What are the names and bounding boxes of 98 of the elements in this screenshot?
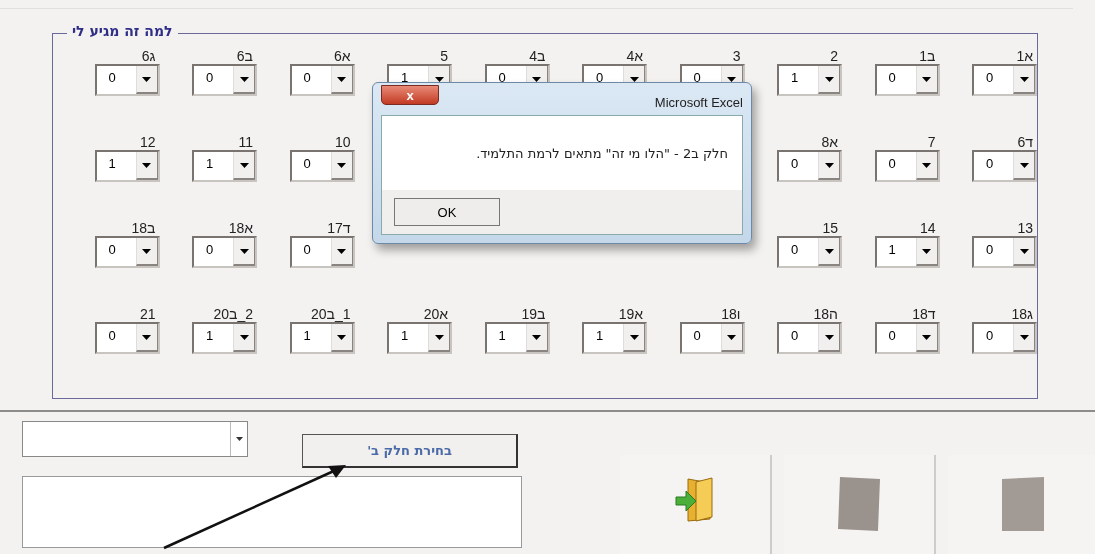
caret-icon [1019, 248, 1029, 254]
dropdown-field[interactable]: 0 [192, 236, 257, 268]
field-label: 11 [238, 134, 254, 150]
door-icon [674, 475, 716, 523]
dropdown-field[interactable]: 0 [192, 64, 257, 96]
dropdown-field[interactable]: 0 [777, 322, 842, 354]
dropdown-field[interactable]: 1 [484, 322, 550, 354]
dropdown-field[interactable]: 0 [289, 64, 355, 96]
field-label: 1א [1016, 48, 1034, 64]
dropdown-field[interactable]: 1 [192, 322, 257, 354]
dialog-title: Microsoft Excel [654, 93, 743, 110]
field-label: 21 [139, 306, 157, 322]
dropdown-field[interactable]: 1 [94, 150, 160, 182]
field-label: 14 [919, 220, 937, 236]
caret-icon [922, 76, 931, 82]
caret-icon [142, 334, 151, 340]
dropdown-field[interactable]: 0 [874, 150, 940, 182]
dropdown-field[interactable]: 0 [94, 322, 160, 354]
field-label: 4א [626, 48, 644, 64]
caret-icon [239, 248, 249, 254]
dropdown-field[interactable]: 1 [289, 322, 355, 354]
dropdown-field[interactable]: 0 [94, 236, 160, 268]
select-part-button[interactable]: בחירת חלק ב' [302, 434, 518, 468]
field-label: 18ב [131, 220, 157, 236]
field-label: 10 [334, 134, 352, 150]
field-label: 4ב [529, 48, 547, 64]
caret-icon [1019, 162, 1029, 168]
caret-icon [824, 248, 834, 254]
caret-icon [1019, 76, 1029, 82]
caret-icon [337, 162, 346, 168]
field-label: 17ד [327, 220, 352, 236]
dropdown-field[interactable]: 0 [972, 322, 1037, 354]
dropdown-field[interactable]: 1 [192, 150, 257, 182]
frame-title: למה זה מגיע לי [67, 23, 178, 39]
caret-icon [1019, 334, 1029, 340]
caret-icon [337, 334, 346, 340]
field-label: 18ו [721, 306, 742, 322]
dropdown-field[interactable]: 0 [777, 150, 842, 182]
field-label: 20ב_2 [213, 306, 254, 322]
field-label: 18ג [1011, 306, 1034, 322]
field-label: 5 [440, 48, 449, 64]
text-field[interactable] [22, 476, 522, 548]
caret-icon [142, 248, 151, 254]
caret-icon [824, 334, 834, 340]
field-label: 20ב_1 [310, 306, 352, 322]
field-label: 6ד [1017, 134, 1034, 150]
dropdown-field[interactable]: 0 [874, 64, 940, 96]
dropdown-field[interactable]: 0 [289, 150, 355, 182]
caret-icon [922, 248, 931, 254]
field-label: 18ה [813, 306, 839, 322]
field-label: 6ב [236, 48, 254, 64]
field-label: 12 [139, 134, 157, 150]
caret-icon [239, 162, 249, 168]
field-label: 6ג [141, 48, 157, 64]
dropdown-field[interactable]: 0 [972, 64, 1037, 96]
caret-icon [922, 334, 931, 340]
caret-icon [142, 162, 151, 168]
field-label: 1ב [919, 48, 937, 64]
caret-icon [142, 76, 151, 82]
dropdown-field[interactable]: 1 [387, 322, 452, 354]
close-button[interactable]: x [381, 85, 439, 105]
caret-icon [824, 76, 834, 82]
dropdown-field[interactable]: 0 [289, 236, 355, 268]
field-label: 19א [618, 306, 644, 322]
dropdown-field[interactable] [22, 421, 248, 457]
caret-icon [727, 334, 736, 340]
dropdown-field[interactable]: 1 [874, 236, 940, 268]
field-label: 19ב [521, 306, 547, 322]
caret-icon [629, 334, 639, 340]
dropdown-field[interactable]: 0 [972, 150, 1037, 182]
dialog-message: חלק ב2 - "הלו מי זה" מתאים לרמת התלמיד. [476, 145, 728, 161]
caret-icon [239, 334, 249, 340]
caret-icon [922, 162, 931, 168]
caret-icon [434, 334, 444, 340]
dropdown-field[interactable]: 0 [874, 322, 940, 354]
caret-icon [337, 248, 346, 254]
caret-icon [824, 162, 834, 168]
ok-button[interactable]: OK [394, 198, 500, 226]
field-label: 20א [423, 306, 449, 322]
field-label: 18ד [912, 306, 937, 322]
dropdown-field[interactable]: 1 [582, 322, 647, 354]
field-label: 13 [1017, 220, 1034, 236]
field-label: 8א [821, 134, 839, 150]
dropdown-field[interactable]: 0 [94, 64, 160, 96]
caret-icon [532, 334, 541, 340]
dropdown-field[interactable]: 0 [972, 236, 1037, 268]
caret-icon [337, 76, 346, 82]
field-label: 18א [228, 220, 254, 236]
dropdown-field[interactable]: 0 [777, 236, 842, 268]
caret-icon [235, 437, 243, 441]
field-label: 7 [927, 134, 937, 150]
field-label: 3 [732, 48, 742, 64]
dropdown-field[interactable]: 1 [777, 64, 842, 96]
field-label: 15 [822, 220, 839, 236]
caret-icon [239, 76, 249, 82]
field-label: 6א [333, 48, 352, 64]
dropdown-field[interactable]: 0 [679, 322, 745, 354]
field-label: 2 [830, 48, 839, 64]
